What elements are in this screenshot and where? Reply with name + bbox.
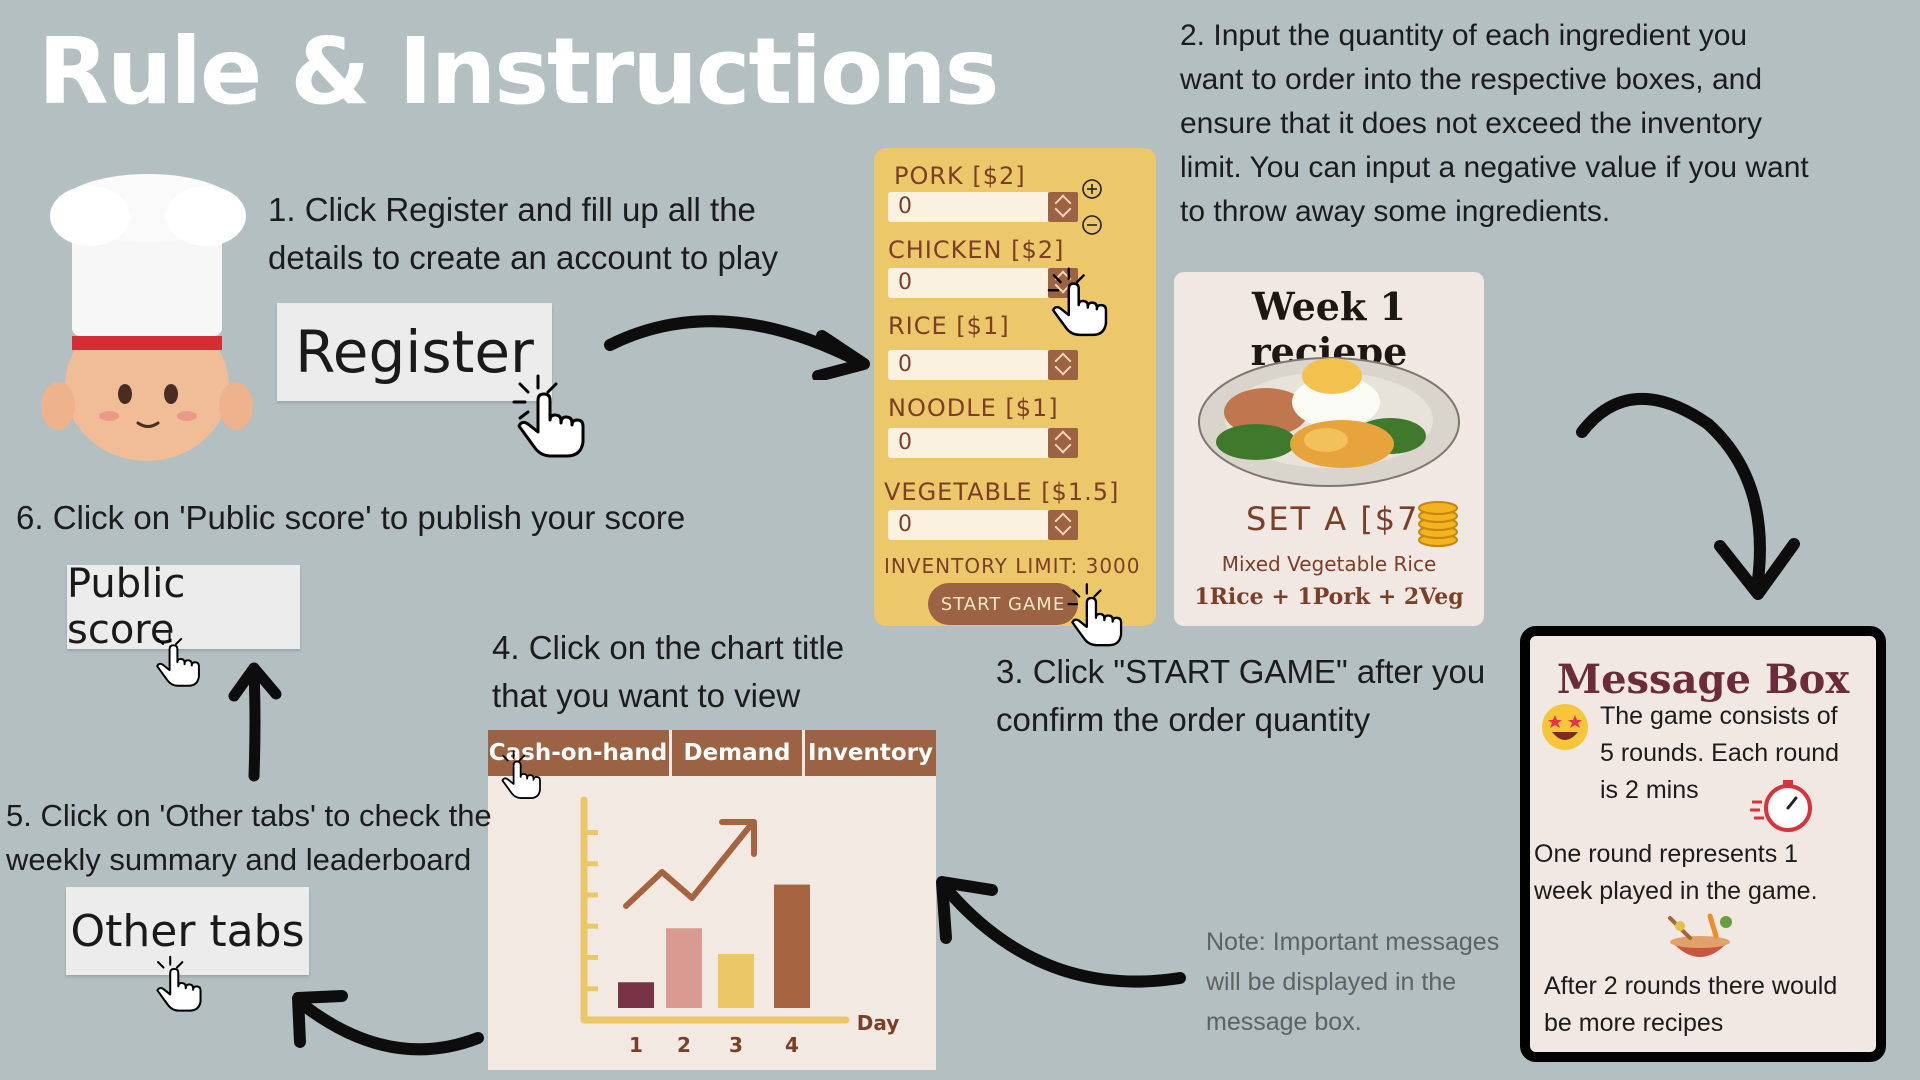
pointer-hand-icon — [512, 374, 585, 458]
chart-x-tick-label: 4 — [785, 1033, 799, 1057]
chart-x-tick-label: 3 — [729, 1033, 743, 1057]
arrow-down-icon — [1576, 392, 1800, 600]
pork-stepper[interactable] — [1048, 192, 1078, 222]
step-1-text: 1. Click Register and fill up all the de… — [268, 191, 778, 276]
noodle-stepper[interactable] — [1048, 428, 1078, 458]
pointer-hand-icon — [156, 632, 200, 687]
chart-bar — [618, 982, 654, 1008]
trend-arrow-line — [623, 823, 753, 909]
pointer-hand-icon — [501, 750, 541, 799]
tab-inventory[interactable]: Inventory — [805, 730, 936, 776]
arrow-right-icon — [604, 315, 870, 380]
pork-label: PORK [$2] — [894, 162, 1026, 190]
message-box-title: Message Box — [1556, 656, 1850, 703]
pointer-hand-icon — [1067, 583, 1123, 647]
pointer-hand-icon — [156, 955, 202, 1012]
inventory-limit: INVENTORY LIMIT: 3000 — [884, 554, 1141, 578]
recipe-card: Week 1 reciepe SET A [$7] Mixed Vegetabl… — [1174, 272, 1484, 626]
chart-card: Cash-on-hand Demand Inventory 1 2 3 4 Day — [488, 730, 936, 1070]
note-text: Note: Important messages will be display… — [1206, 928, 1500, 1036]
message-week-text: One round represents 1 week played in th… — [1534, 840, 1818, 905]
cooking-ingredients-icon — [1668, 913, 1732, 957]
chart-bar — [666, 928, 702, 1008]
recipe-set-price: SET A [$7] — [1246, 500, 1434, 538]
chart-bar — [774, 884, 810, 1008]
chart-bar — [718, 954, 754, 1008]
rice-stepper[interactable] — [1048, 350, 1078, 380]
page-title: Rule & Instructions — [38, 18, 999, 125]
step-6-text: 6. Click on 'Public score' to publish yo… — [16, 499, 686, 536]
recipe-name: Mixed Vegetable Rice — [1221, 552, 1437, 576]
step-4-text: 4. Click on the chart title that you wan… — [492, 629, 845, 714]
start-game-button[interactable]: START GAME — [928, 583, 1078, 625]
plus-minus-icon — [1082, 179, 1102, 235]
tab-demand[interactable]: Demand — [672, 730, 802, 776]
rice-label: RICE [$1] — [888, 312, 1010, 340]
vegetable-label: VEGETABLE [$1.5] — [884, 478, 1120, 506]
step-5-text: 5. Click on 'Other tabs' to check the we… — [6, 798, 492, 877]
vegetable-stepper[interactable] — [1048, 510, 1078, 540]
chart-x-tick-label: 2 — [677, 1033, 691, 1057]
star-struck-emoji-icon — [1542, 704, 1588, 750]
noodle-label: NOODLE [$1] — [888, 394, 1059, 422]
stopwatch-icon — [1750, 780, 1812, 832]
recipe-formula: 1Rice + 1Pork + 2Veg — [1194, 584, 1464, 610]
step-3-text: 3. Click "START GAME" after you confirm … — [996, 653, 1486, 738]
order-panel: PORK [$2] 0 CHICKEN [$2] 0 RICE [$1] 0 N… — [874, 148, 1156, 626]
pointer-hand-icon — [1047, 267, 1108, 337]
chart-x-tick-label: 1 — [629, 1033, 643, 1057]
bar-chart: 1 2 3 4 Day — [580, 796, 900, 1057]
chef-mascot-icon — [41, 174, 253, 461]
chart-x-axis-label: Day — [857, 1011, 900, 1035]
rice-plate-icon — [1198, 357, 1460, 487]
chicken-label: CHICKEN [$2] — [888, 236, 1065, 264]
arrow-left-icon — [936, 876, 1186, 988]
step-2-text: 2. Input the quantity of each ingredient… — [1180, 19, 1809, 228]
message-recipes-text: After 2 rounds there would be more recip… — [1544, 972, 1838, 1037]
message-box: Message Box The game consists of 5 round… — [1520, 626, 1886, 1062]
arrow-up-icon — [228, 662, 282, 782]
coins-icon — [1418, 501, 1458, 547]
arrow-left-icon — [292, 990, 484, 1056]
